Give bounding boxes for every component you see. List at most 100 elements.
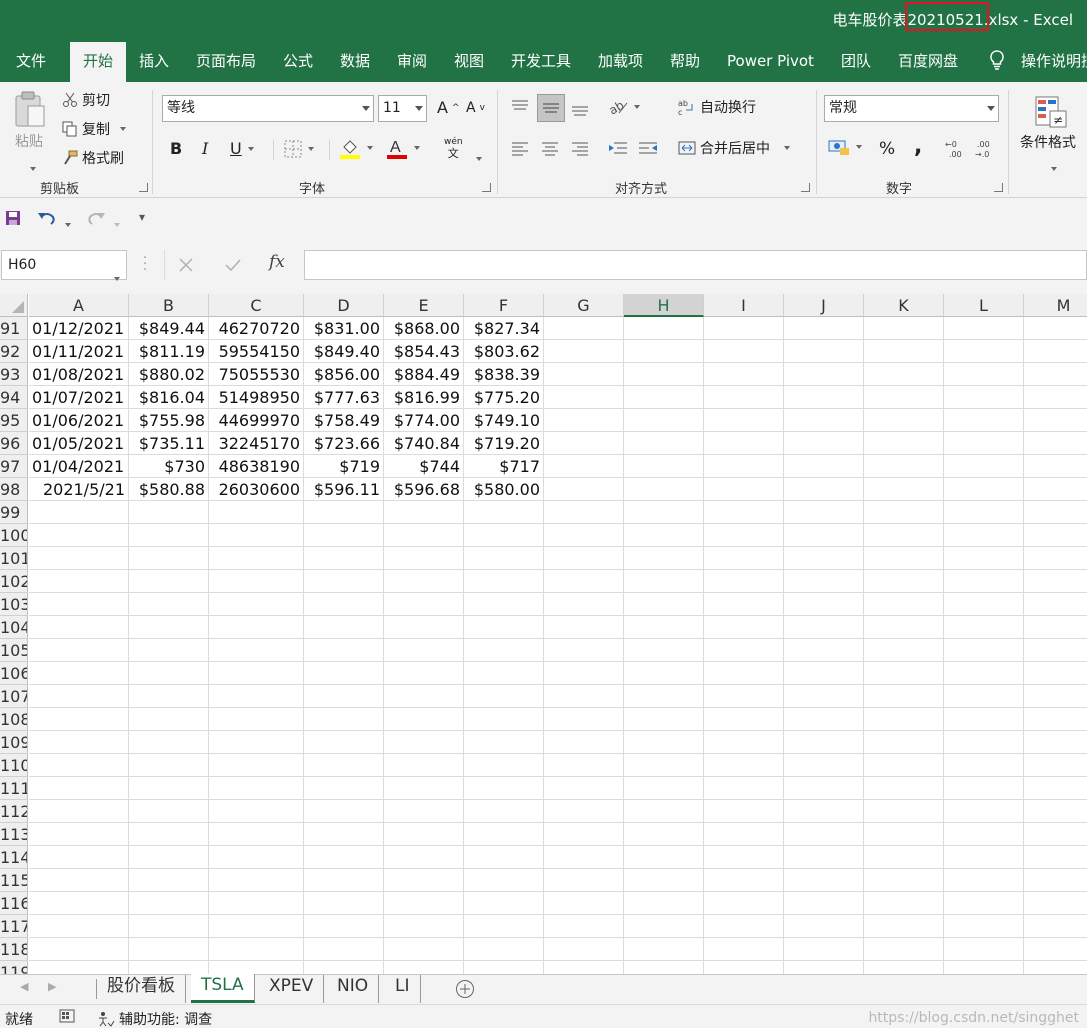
cell-l108[interactable] <box>944 708 1024 731</box>
tab-team[interactable]: 团队 <box>841 38 871 82</box>
cell-c112[interactable] <box>209 800 304 823</box>
cell-j107[interactable] <box>784 685 864 708</box>
cell-d118[interactable] <box>304 938 384 961</box>
cell-a104[interactable] <box>29 616 129 639</box>
cell-i91[interactable] <box>704 317 784 340</box>
select-all-corner[interactable] <box>0 294 28 317</box>
spreadsheet-grid[interactable]: ABCDEFGHIJKLM 91 01/12/2021 $849.44 4627072… <box>0 294 1087 974</box>
cell-f108[interactable] <box>464 708 544 731</box>
cell-c94[interactable]: 51498950 <box>209 386 304 409</box>
cell-c92[interactable]: 59554150 <box>209 340 304 363</box>
cell-l103[interactable] <box>944 593 1024 616</box>
cell-l104[interactable] <box>944 616 1024 639</box>
cell-j102[interactable] <box>784 570 864 593</box>
cell-g99[interactable] <box>544 501 624 524</box>
scroll-right-icon[interactable]: ▶ <box>48 980 56 993</box>
cell-i118[interactable] <box>704 938 784 961</box>
align-center-icon[interactable] <box>541 139 559 157</box>
cell-j98[interactable] <box>784 478 864 501</box>
cell-m91[interactable] <box>1024 317 1087 340</box>
orientation-button[interactable]: ab <box>608 98 640 116</box>
alignment-launcher-icon[interactable] <box>801 183 810 192</box>
cell-m101[interactable] <box>1024 547 1087 570</box>
tab-page-layout[interactable]: 页面布局 <box>196 38 256 82</box>
decrease-font-size-icon[interactable]: Av <box>466 100 485 116</box>
cell-c109[interactable] <box>209 731 304 754</box>
cell-i102[interactable] <box>704 570 784 593</box>
cell-m93[interactable] <box>1024 363 1087 386</box>
cell-h108[interactable] <box>624 708 704 731</box>
cell-f105[interactable] <box>464 639 544 662</box>
cell-j109[interactable] <box>784 731 864 754</box>
cell-c102[interactable] <box>209 570 304 593</box>
cut-button[interactable]: 剪切 <box>62 90 110 110</box>
cell-e118[interactable] <box>384 938 464 961</box>
cell-f101[interactable] <box>464 547 544 570</box>
cell-i119[interactable] <box>704 961 784 974</box>
increase-font-size-icon[interactable]: A ^ <box>437 98 460 117</box>
cell-k98[interactable] <box>864 478 944 501</box>
tab-addins[interactable]: 加载项 <box>598 38 643 82</box>
cell-c108[interactable] <box>209 708 304 731</box>
cell-b109[interactable] <box>129 731 209 754</box>
cell-e112[interactable] <box>384 800 464 823</box>
chevron-down-icon[interactable] <box>63 212 71 231</box>
cell-d100[interactable] <box>304 524 384 547</box>
cell-b96[interactable]: $735.11 <box>129 432 209 455</box>
clipboard-launcher-icon[interactable] <box>139 183 148 192</box>
cell-g115[interactable] <box>544 869 624 892</box>
cell-m116[interactable] <box>1024 892 1087 915</box>
cell-g119[interactable] <box>544 961 624 974</box>
cell-a100[interactable] <box>29 524 129 547</box>
cell-l112[interactable] <box>944 800 1024 823</box>
cell-m114[interactable] <box>1024 846 1087 869</box>
cell-d98[interactable]: $596.11 <box>304 478 384 501</box>
cell-f107[interactable] <box>464 685 544 708</box>
cell-m112[interactable] <box>1024 800 1087 823</box>
cell-j96[interactable] <box>784 432 864 455</box>
cell-l105[interactable] <box>944 639 1024 662</box>
cell-j100[interactable] <box>784 524 864 547</box>
macro-record-icon[interactable] <box>59 1009 75 1023</box>
cell-b104[interactable] <box>129 616 209 639</box>
cell-g105[interactable] <box>544 639 624 662</box>
fill-color-button[interactable] <box>339 137 373 159</box>
cell-f94[interactable]: $775.20 <box>464 386 544 409</box>
cell-d113[interactable] <box>304 823 384 846</box>
cell-c100[interactable] <box>209 524 304 547</box>
tab-tell-me[interactable]: 操作说明搜索 <box>1021 38 1087 82</box>
cell-k96[interactable] <box>864 432 944 455</box>
comma-style-button[interactable]: , <box>914 134 922 159</box>
column-header-j[interactable]: J <box>784 294 864 317</box>
cell-e93[interactable]: $884.49 <box>384 363 464 386</box>
align-middle-button[interactable] <box>537 94 565 122</box>
cell-d92[interactable]: $849.40 <box>304 340 384 363</box>
cell-l109[interactable] <box>944 731 1024 754</box>
cell-m117[interactable] <box>1024 915 1087 938</box>
cell-h96[interactable] <box>624 432 704 455</box>
cell-i113[interactable] <box>704 823 784 846</box>
row-header[interactable]: 104 <box>0 616 28 639</box>
cell-d95[interactable]: $758.49 <box>304 409 384 432</box>
cell-l91[interactable] <box>944 317 1024 340</box>
cell-l118[interactable] <box>944 938 1024 961</box>
cell-g116[interactable] <box>544 892 624 915</box>
cell-f91[interactable]: $827.34 <box>464 317 544 340</box>
sheet-tab-tsla[interactable]: TSLA <box>191 974 255 1003</box>
cell-a98[interactable]: 2021/5/21 <box>29 478 129 501</box>
cell-k119[interactable] <box>864 961 944 974</box>
cell-e98[interactable]: $596.68 <box>384 478 464 501</box>
cell-l101[interactable] <box>944 547 1024 570</box>
row-header[interactable]: 118 <box>0 938 28 961</box>
increase-indent-icon[interactable] <box>638 139 658 157</box>
cell-k114[interactable] <box>864 846 944 869</box>
cell-c115[interactable] <box>209 869 304 892</box>
chevron-down-icon[interactable] <box>28 156 36 175</box>
row-header[interactable]: 91 <box>0 317 28 340</box>
cell-c111[interactable] <box>209 777 304 800</box>
cell-m92[interactable] <box>1024 340 1087 363</box>
cell-c104[interactable] <box>209 616 304 639</box>
row-header[interactable]: 119 <box>0 961 28 974</box>
cell-f111[interactable] <box>464 777 544 800</box>
cell-l107[interactable] <box>944 685 1024 708</box>
